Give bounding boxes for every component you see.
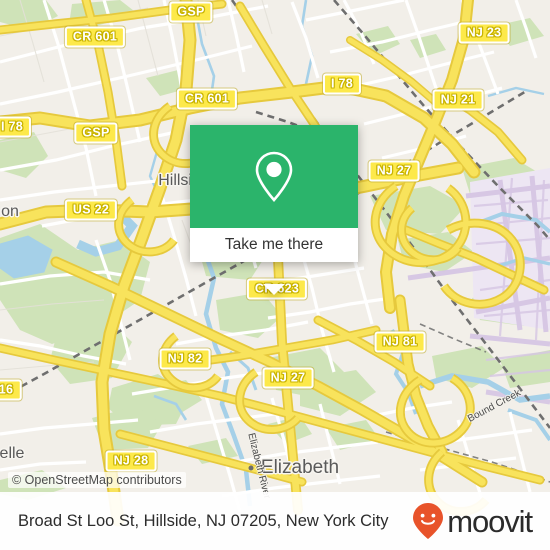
road-shield: CR 601: [176, 88, 238, 110]
road-shield: NJ 27: [262, 367, 314, 389]
marker-card-pointer: [263, 284, 285, 295]
road-shield: NJ 28: [105, 450, 157, 472]
road-shield: NJ 21: [432, 89, 484, 111]
road-shield: I 78: [322, 73, 362, 95]
take-me-there-button[interactable]: Take me there: [190, 228, 358, 262]
road-shield: 16: [0, 379, 22, 401]
map-pin-icon: [255, 151, 293, 202]
moovit-wordmark: moovit: [447, 503, 533, 539]
place-label: elle: [0, 445, 25, 462]
road-shield: CR 601: [64, 26, 126, 48]
road-shield: US 22: [64, 199, 118, 221]
footer-bar: Broad St Loo St, Hillside, NJ 07205, New…: [0, 492, 550, 550]
road-shield: GSP: [169, 1, 213, 23]
road-shield: NJ 82: [159, 348, 211, 370]
location-marker-card[interactable]: Take me there: [190, 125, 358, 295]
place-label: Elizabeth: [260, 457, 340, 478]
place-label: on: [1, 203, 19, 220]
road-shield: NJ 23: [458, 22, 510, 44]
marker-card-header: [190, 125, 358, 228]
road-shield: I 78: [0, 116, 32, 138]
address-label: Broad St Loo St, Hillside, NJ 07205, New…: [18, 511, 389, 530]
moovit-pin-icon: [413, 503, 444, 539]
map-screenshot: GSP CR 601 NJ 23 I 78 NJ 21 CR 601 GSP I 78 NJ 2…: [0, 0, 550, 550]
road-shield: NJ 81: [374, 331, 426, 353]
take-me-there-label: Take me there: [224, 236, 324, 253]
road-shield: NJ 27: [368, 160, 420, 182]
road-shield: GSP: [74, 122, 118, 144]
osm-attribution[interactable]: © OpenStreetMap contributors: [8, 472, 186, 488]
moovit-logo[interactable]: moovit: [411, 501, 533, 541]
map-canvas[interactable]: GSP CR 601 NJ 23 I 78 NJ 21 CR 601 GSP I 78 NJ 2…: [0, 0, 550, 550]
